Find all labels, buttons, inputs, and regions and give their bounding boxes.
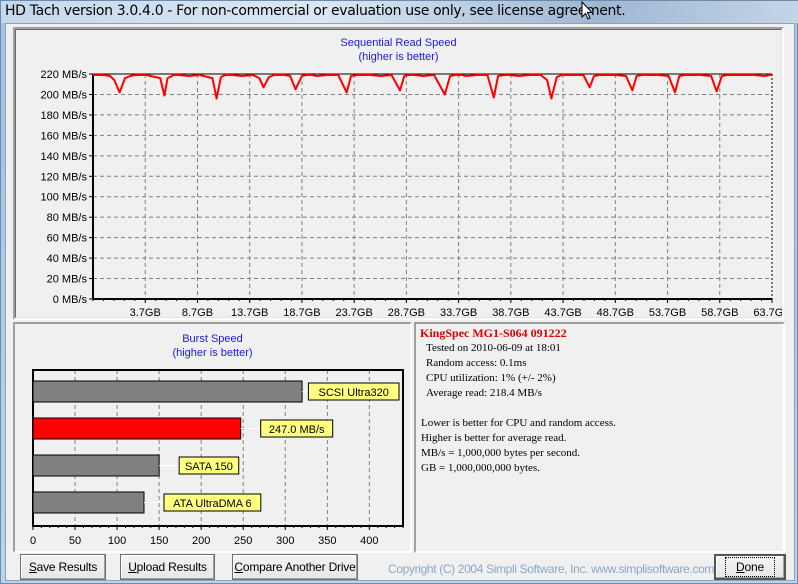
client-area: Sequential Read Speed (higher is better)… xyxy=(5,23,795,581)
y-tick-label: 100 MB/s xyxy=(41,192,88,204)
x-tick-label: 100 xyxy=(108,535,126,547)
compare-another-drive-button[interactable]: Compare Another Drive xyxy=(232,554,358,580)
y-tick-label: 200 MB/s xyxy=(41,89,88,101)
x-tick-label: 48.7GB xyxy=(597,307,634,318)
x-tick-label: 33.7GB xyxy=(440,307,477,318)
cpu-utilization: CPU utilization: 1% (+/- 2%) xyxy=(426,372,556,384)
save-results-button[interactable]: Save Results xyxy=(20,554,106,580)
read-chart-panel: Sequential Read Speed (higher is better)… xyxy=(13,27,784,320)
x-tick-label: 300 xyxy=(276,535,294,547)
x-tick-label: 28.7GB xyxy=(388,307,425,318)
x-tick-label: 38.7GB xyxy=(492,307,529,318)
x-tick-label: 13.7GB xyxy=(231,307,268,318)
x-tick-label: 400 xyxy=(360,535,378,547)
note-line: GB = 1,000,000,000 bytes. xyxy=(421,462,540,474)
burst-chart: SCSI Ultra320 247.0 MB/s SATA 150 ATA Ultra… xyxy=(30,369,404,547)
y-tick-label: 120 MB/s xyxy=(41,171,88,183)
mouse-pointer-icon xyxy=(581,1,594,20)
upload-mnemonic: U xyxy=(128,560,137,574)
app-window: HD Tach version 3.0.4.0 - For non-commer… xyxy=(0,0,798,584)
note-line: MB/s = 1,000,000 bytes per second. xyxy=(421,447,580,459)
done-focus-rect: Done xyxy=(725,557,775,577)
compare-mnemonic: C xyxy=(234,560,243,574)
burst-bar xyxy=(32,454,160,477)
done-label: one xyxy=(744,560,765,574)
x-tick-label: 0 xyxy=(30,535,36,547)
copyright-text: Copyright (C) 2004 Simpli Software, Inc.… xyxy=(388,562,715,576)
y-tick-label: 140 MB/s xyxy=(41,151,88,163)
x-tick-label: 58.7GB xyxy=(701,307,738,318)
save-label: ave Results xyxy=(36,560,98,574)
bar-label: 247.0 MB/s xyxy=(269,424,325,436)
tested-on: Tested on 2010-06-09 at 18:01 xyxy=(426,342,561,354)
title-bar[interactable]: HD Tach version 3.0.4.0 - For non-commer… xyxy=(1,1,798,23)
y-tick-label: 20 MB/s xyxy=(47,274,88,286)
compare-label: ompare Another Drive xyxy=(242,560,356,574)
burst-bar xyxy=(32,380,303,403)
bar-label: SATA 150 xyxy=(185,461,233,473)
upload-label: pload Results xyxy=(136,560,207,574)
read-chart: 0 MB/s 20 MB/s 40 MB/s 60 MB/s 80 MB/s 100 MB… xyxy=(41,69,782,318)
y-tick-label: 180 MB/s xyxy=(41,110,88,122)
drive-name: KingSpec MG1-S064 091222 xyxy=(420,326,567,340)
upload-results-button[interactable]: Upload Results xyxy=(120,554,215,580)
y-tick-label: 160 MB/s xyxy=(41,130,88,142)
random-access: Random access: 0.1ms xyxy=(426,357,527,369)
read-speed-line xyxy=(93,74,772,100)
average-read: Average read: 218.4 MB/s xyxy=(426,387,542,399)
y-tick-label: 60 MB/s xyxy=(47,233,88,245)
burst-bar xyxy=(32,417,242,440)
bar-label: ATA UltraDMA 6 xyxy=(173,498,251,510)
burst-bar xyxy=(32,491,145,514)
x-tick-label: 23.7GB xyxy=(335,307,372,318)
y-tick-label: 0 MB/s xyxy=(53,294,88,306)
x-tick-label: 200 xyxy=(192,535,210,547)
x-tick-label: 3.7GB xyxy=(130,307,161,318)
x-tick-label: 8.7GB xyxy=(182,307,213,318)
x-tick-label: 18.7GB xyxy=(283,307,320,318)
x-tick-label: 43.7GB xyxy=(544,307,581,318)
x-tick-label: 63.7GB xyxy=(753,307,782,318)
y-tick-label: 220 MB/s xyxy=(41,69,88,81)
done-mnemonic: D xyxy=(736,560,745,574)
done-button[interactable]: Done xyxy=(714,554,786,580)
x-tick-label: 150 xyxy=(150,535,168,547)
x-tick-label: 350 xyxy=(318,535,336,547)
x-tick-label: 250 xyxy=(234,535,252,547)
window-title: HD Tach version 3.0.4.0 - For non-commer… xyxy=(5,3,626,19)
note-line: Lower is better for CPU and random acces… xyxy=(421,417,616,429)
y-tick-label: 40 MB/s xyxy=(47,253,88,265)
y-tick-label: 80 MB/s xyxy=(47,212,88,224)
burst-chart-panel: Burst Speed (higher is better) SCSI Ultr… xyxy=(13,322,412,553)
x-tick-label: 53.7GB xyxy=(649,307,686,318)
results-info-panel: KingSpec MG1-S064 091222 Tested on 2010-… xyxy=(414,322,785,553)
x-tick-label: 50 xyxy=(69,535,81,547)
save-mnemonic: S xyxy=(28,560,37,574)
note-line: Higher is better for average read. xyxy=(421,432,567,444)
bar-label: SCSI Ultra320 xyxy=(319,387,389,399)
